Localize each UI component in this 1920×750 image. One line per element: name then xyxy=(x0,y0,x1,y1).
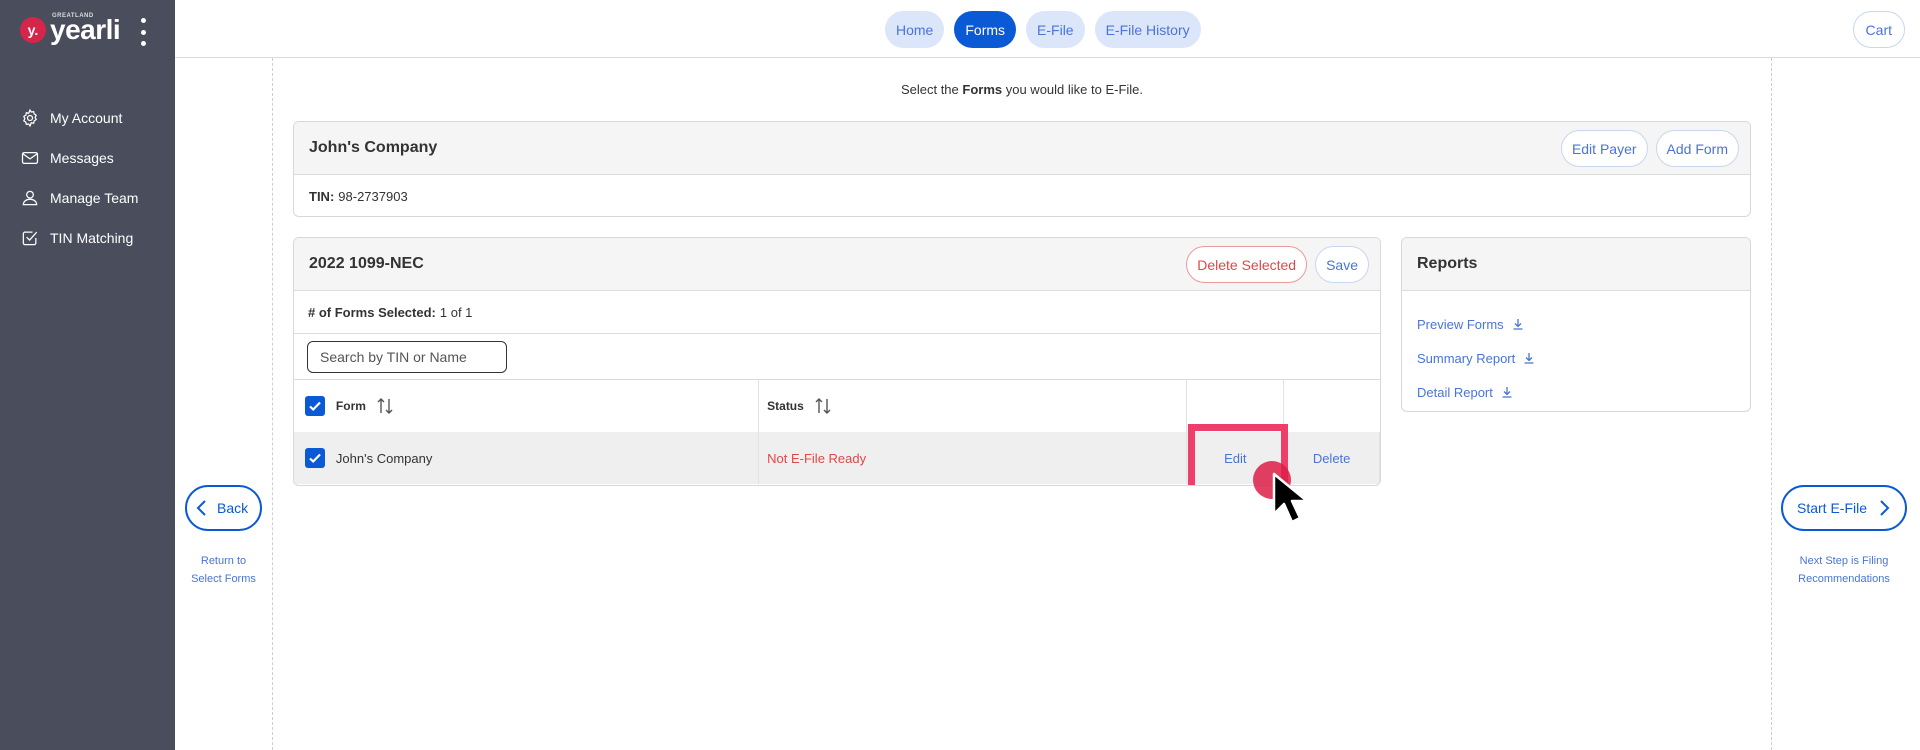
checkmark-icon xyxy=(309,401,321,412)
edit-payer-button[interactable]: Edit Payer xyxy=(1560,130,1648,167)
row-check-cell xyxy=(294,432,336,484)
chevron-right-icon xyxy=(1880,500,1890,516)
reports-header: Reports xyxy=(1402,238,1750,291)
sidebar-item-manage-team[interactable]: Manage Team xyxy=(0,178,175,218)
select-all-checkbox[interactable] xyxy=(304,396,325,416)
next-label: Start E-File xyxy=(1797,500,1868,516)
logo-wordmark: GREATLAND yearli xyxy=(50,13,121,44)
sidebar-nav: My Account Messages Manage Team TIN Matc… xyxy=(0,98,175,258)
payer-card: John's Company Edit Payer Add Form TIN: … xyxy=(293,121,1751,217)
sidebar-item-label: My Account xyxy=(50,110,123,126)
sort-icon[interactable] xyxy=(814,397,832,415)
sidebar-item-label: Messages xyxy=(50,150,114,166)
column-status-label: Status xyxy=(767,399,804,413)
next-note: Next Step is Filing Recommendations xyxy=(1771,552,1917,588)
kebab-menu-icon[interactable] xyxy=(136,18,150,46)
instruction-bold: Forms xyxy=(962,82,1003,97)
envelope-icon xyxy=(21,151,39,165)
sort-icon[interactable] xyxy=(376,397,394,415)
user-icon xyxy=(22,190,38,206)
add-form-button[interactable]: Add Form xyxy=(1655,130,1739,167)
mouse-pointer-icon xyxy=(1272,472,1309,524)
checkmark-icon xyxy=(309,453,321,464)
payer-name: John's Company xyxy=(309,139,438,156)
summary-report-link[interactable]: Summary Report xyxy=(1402,341,1750,375)
tab-home[interactable]: Home xyxy=(885,11,945,48)
row-checkbox[interactable] xyxy=(304,448,325,468)
search-row xyxy=(294,334,1380,380)
logo-badge: y. xyxy=(20,17,46,43)
report-link-label: Detail Report xyxy=(1417,384,1493,400)
save-button[interactable]: Save xyxy=(1315,246,1369,283)
report-link-label: Summary Report xyxy=(1417,350,1516,366)
reports-card: Reports Preview Forms Summary Report Det… xyxy=(1401,237,1751,412)
tin-row: TIN: 98-2737903 xyxy=(294,175,1750,216)
report-link-label: Preview Forms xyxy=(1417,316,1504,332)
select-all-cell xyxy=(294,380,336,432)
column-header-delete xyxy=(1284,380,1380,432)
top-bar: Home Forms E-File E-File History Cart xyxy=(175,0,1920,58)
main-tabs: Home Forms E-File E-File History xyxy=(885,11,1201,48)
tab-e-file-history[interactable]: E-File History xyxy=(1094,11,1201,48)
logo-small-text: GREATLAND xyxy=(52,13,94,19)
back-note: Return to Select Forms xyxy=(175,552,272,588)
payer-header: John's Company Edit Payer Add Form xyxy=(294,122,1750,175)
table-row: John's Company Not E-File Ready Edit Del… xyxy=(294,424,1380,485)
forms-selected-count: # of Forms Selected: 1 of 1 xyxy=(294,291,1380,334)
selected-label: # of Forms Selected: xyxy=(308,304,436,320)
column-form-label: Form xyxy=(335,399,366,413)
reports-title: Reports xyxy=(1417,255,1478,272)
back-button[interactable]: Back xyxy=(185,485,262,531)
back-note-line-2: Select Forms xyxy=(191,573,256,585)
download-icon xyxy=(1524,353,1534,364)
tab-forms[interactable]: Forms xyxy=(954,11,1017,48)
back-note-line-1: Return to xyxy=(200,555,247,567)
start-e-file-button[interactable]: Start E-File xyxy=(1781,485,1907,531)
cart-button[interactable]: Cart xyxy=(1852,11,1905,48)
detail-report-link[interactable]: Detail Report xyxy=(1402,375,1750,409)
column-header-form[interactable]: Form xyxy=(335,380,760,432)
sidebar-item-label: Manage Team xyxy=(50,190,139,206)
search-input[interactable] xyxy=(307,340,507,373)
back-label: Back xyxy=(217,500,249,516)
left-divider xyxy=(272,58,273,750)
form-type-title: 2022 1099-NEC xyxy=(309,255,424,272)
gear-icon xyxy=(23,108,37,128)
next-note-line-1: Next Step is Filing xyxy=(1799,555,1889,567)
tab-e-file[interactable]: E-File xyxy=(1026,11,1085,48)
download-icon xyxy=(1502,387,1512,398)
sidebar: y. GREATLAND yearli My Account Messages … xyxy=(0,0,175,750)
row-form-name: John's Company xyxy=(336,432,760,484)
selected-value: 1 of 1 xyxy=(439,304,473,320)
sidebar-item-messages[interactable]: Messages xyxy=(0,138,175,178)
sidebar-item-tin-matching[interactable]: TIN Matching xyxy=(0,218,175,258)
right-divider xyxy=(1771,58,1772,750)
yearli-logo[interactable]: y. GREATLAND yearli xyxy=(20,13,121,44)
next-note-line-2: Recommendations xyxy=(1798,573,1890,585)
tin-label: TIN: xyxy=(309,188,335,204)
instruction-prefix: Select the xyxy=(900,82,963,97)
sidebar-item-my-account[interactable]: My Account xyxy=(0,98,175,138)
download-icon xyxy=(1513,319,1523,330)
instruction-text: Select the Forms you would like to E-Fil… xyxy=(272,82,1772,97)
delete-selected-button[interactable]: Delete Selected xyxy=(1186,246,1308,283)
preview-forms-link[interactable]: Preview Forms xyxy=(1402,307,1750,341)
check-square-icon xyxy=(22,231,38,246)
forms-card: 2022 1099-NEC Delete Selected Save # of … xyxy=(293,237,1381,486)
row-status: Not E-File Ready xyxy=(759,432,1188,484)
tin-value: 98-2737903 xyxy=(338,188,408,204)
chevron-left-icon xyxy=(196,500,206,516)
column-header-status[interactable]: Status xyxy=(759,380,1188,432)
report-list: Preview Forms Summary Report Detail Repo… xyxy=(1402,291,1750,409)
sidebar-item-label: TIN Matching xyxy=(50,230,134,246)
instruction-suffix: you would like to E-File. xyxy=(1002,82,1144,97)
forms-header: 2022 1099-NEC Delete Selected Save xyxy=(294,238,1380,291)
